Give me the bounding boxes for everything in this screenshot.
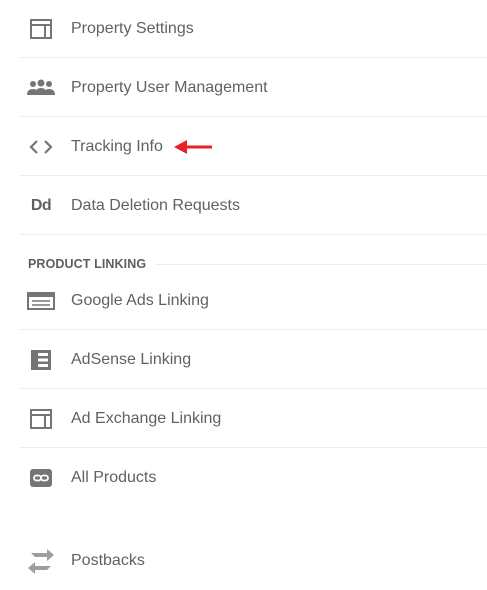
menu-item-label: All Products	[71, 469, 157, 486]
menu-item-label: Data Deletion Requests	[71, 196, 240, 214]
admin-property-menu: Property Settings Property User Manageme…	[0, 0, 487, 585]
section-header-product-linking: PRODUCT LINKING	[28, 254, 487, 274]
ad-exchange-icon	[27, 407, 55, 431]
property-settings-icon	[27, 17, 55, 41]
annotation-arrow-icon	[174, 140, 212, 154]
section-divider	[155, 263, 487, 265]
menu-item-postbacks[interactable]: Postbacks	[20, 532, 487, 590]
code-brackets-icon	[27, 135, 55, 159]
users-icon	[27, 76, 55, 100]
menu-item-property-settings[interactable]: Property Settings	[20, 0, 487, 58]
menu-item-tracking-info[interactable]: Tracking Info	[20, 118, 487, 176]
menu-item-data-deletion-requests[interactable]: Dd Data Deletion Requests	[20, 177, 487, 235]
link-icon	[27, 466, 55, 490]
menu-item-label: Tracking Info	[71, 137, 163, 155]
section-title: PRODUCT LINKING	[28, 257, 147, 271]
menu-item-label: Postbacks	[71, 552, 145, 569]
google-ads-icon	[27, 289, 55, 313]
menu-item-label: Property Settings	[71, 19, 194, 37]
menu-item-label: Ad Exchange Linking	[71, 409, 222, 427]
menu-item-ad-exchange-linking[interactable]: Ad Exchange Linking	[20, 390, 487, 448]
menu-item-property-user-management[interactable]: Property User Management	[20, 59, 487, 117]
menu-item-all-products[interactable]: All Products	[20, 449, 487, 507]
postbacks-icon	[27, 549, 55, 574]
adsense-icon	[27, 348, 55, 372]
menu-item-label: Property User Management	[71, 78, 268, 96]
menu-item-google-ads-linking[interactable]: Google Ads Linking	[20, 272, 487, 330]
menu-item-label: AdSense Linking	[71, 350, 192, 368]
menu-item-adsense-linking[interactable]: AdSense Linking	[20, 331, 487, 389]
menu-item-label: Google Ads Linking	[71, 291, 209, 309]
data-deletion-icon: Dd	[30, 196, 52, 214]
